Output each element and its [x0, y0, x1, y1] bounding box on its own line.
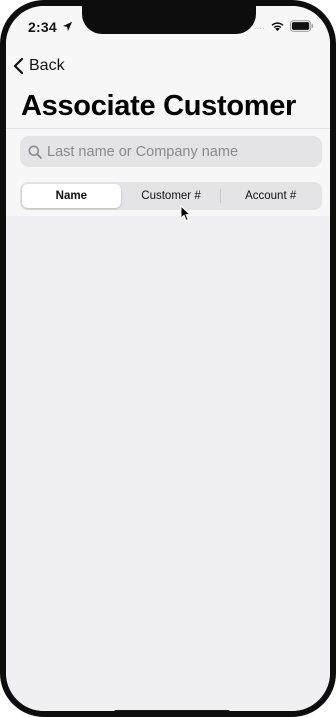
segment-name-label: Name: [55, 190, 87, 202]
segment-customer-number[interactable]: Customer #: [122, 184, 221, 208]
chevron-left-icon: [13, 57, 24, 75]
page-title: Associate Customer: [21, 90, 297, 122]
cellular-signal-indicator: ....: [254, 21, 265, 31]
status-time: 2:34: [28, 19, 57, 35]
search-input[interactable]: [47, 143, 307, 160]
device-frame: 2:34 .... Back Associate Customer Last n…: [0, 0, 336, 717]
home-indicator[interactable]: [114, 710, 230, 711]
device-notch: [82, 6, 256, 34]
wifi-icon: [271, 22, 284, 32]
segment-name[interactable]: Name: [22, 184, 121, 208]
back-button[interactable]: Back: [12, 55, 65, 77]
segment-account-number[interactable]: Account #: [221, 184, 320, 208]
back-button-label: Back: [29, 57, 65, 74]
search-type-segmented-control: Name Customer # Account #: [20, 182, 322, 210]
location-arrow-icon: [62, 21, 73, 32]
search-icon: [28, 145, 42, 159]
search-bar[interactable]: [20, 136, 322, 167]
status-icons: ....: [254, 20, 314, 32]
battery-icon: [290, 20, 314, 32]
segment-account-number-label: Account #: [245, 190, 297, 202]
app-screen: 2:34 .... Back Associate Customer Last n…: [6, 6, 330, 711]
results-list[interactable]: [6, 216, 330, 711]
segment-customer-number-label: Customer #: [141, 190, 201, 202]
header-divider: [6, 128, 330, 129]
